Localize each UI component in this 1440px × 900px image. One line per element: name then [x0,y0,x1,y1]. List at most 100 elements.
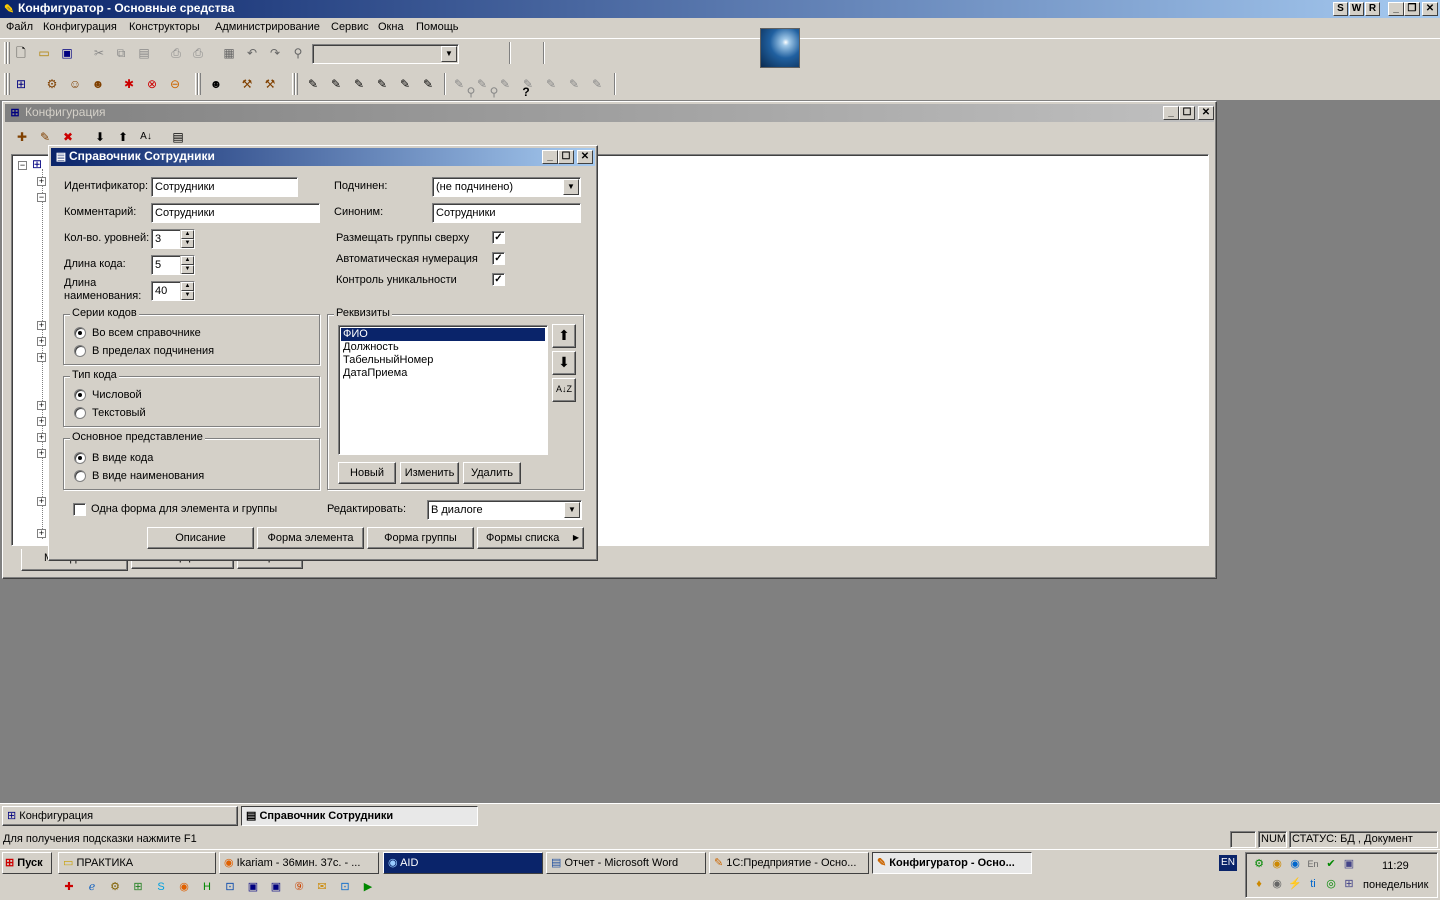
sys-button-w[interactable]: W [1349,2,1364,16]
attr-move-up-button[interactable]: ⬆ [552,324,576,348]
edit-object-icon[interactable]: ✎ [36,128,54,146]
description-button[interactable]: Описание [147,527,254,549]
subordinate-select[interactable]: (не подчинено) ▼ [432,177,581,197]
spin-up-icon[interactable]: ▲ [181,230,194,239]
redo-icon[interactable]: ↷ [266,44,284,62]
move-down-icon[interactable]: ⬇ [91,128,109,146]
tray-icon[interactable]: ◉ [1286,855,1304,873]
wizard-disabled-icon[interactable]: ✎ [496,75,514,93]
tree-collapse-icon[interactable]: − [37,193,46,202]
sys-button-s[interactable]: S [1333,2,1348,16]
new-file-icon[interactable]: 🗋 [12,44,30,62]
toolbar-grip[interactable] [295,73,298,95]
attr-new-button[interactable]: Новый [338,462,396,484]
copy-icon[interactable]: ⧉ [112,44,130,62]
wizard-disabled-icon[interactable]: ✎ [542,75,560,93]
config-close-button[interactable]: ✕ [1198,106,1214,120]
menu-service[interactable]: Сервис [331,21,369,33]
tree-expand-icon[interactable]: + [37,401,46,410]
attributes-list[interactable]: ФИО Должность ТабельныйНомер ДатаПриема [338,325,548,455]
tray-icon[interactable]: ▣ [1340,855,1358,873]
wizard-icon[interactable]: ✎ [419,75,437,93]
code-length-field[interactable]: 5 ▲ ▼ [151,255,195,275]
uniqueness-checkbox[interactable]: ✓ [492,273,505,286]
menu-file[interactable]: Файл [6,21,33,33]
quicklaunch-network-icon[interactable]: ⊞ [129,878,147,896]
wizard-icon[interactable]: ✎ [396,75,414,93]
name-length-spinner[interactable]: ▲ ▼ [180,282,194,300]
repr-code-radio[interactable] [74,452,86,464]
cut-icon[interactable]: ✂ [90,44,108,62]
element-form-button[interactable]: Форма элемента [257,527,364,549]
toolbar-grip[interactable] [7,42,10,64]
user-icon[interactable]: ☻ [207,75,225,93]
list-item[interactable]: ТабельныйНомер [341,354,545,367]
repr-name-label[interactable]: В виде наименования [92,470,204,482]
dialog-minimize-button[interactable]: _ [542,150,558,164]
metadata-tree-icon[interactable]: ⊞ [12,75,30,93]
clock-time[interactable]: 11:29 [1382,860,1409,872]
designer-icon[interactable]: ⚙ [43,75,61,93]
dialog-close-button[interactable]: ✕ [577,150,593,164]
paste-icon[interactable]: ▤ [135,44,153,62]
app-icon[interactable]: ✎ [1,1,17,17]
levels-spinner[interactable]: ▲ ▼ [180,230,194,248]
clock-day[interactable]: понедельник [1363,879,1428,891]
tree-expand-icon[interactable]: + [37,353,46,362]
properties-icon[interactable]: ▦ [220,44,238,62]
tray-icon[interactable]: ti [1304,875,1322,893]
move-up-icon[interactable]: ⬆ [114,128,132,146]
code-series-subordinate-label[interactable]: В пределах подчинения [92,345,214,357]
spin-up-icon[interactable]: ▲ [181,256,194,265]
tray-icon[interactable]: ⚡ [1286,875,1304,893]
attr-edit-button[interactable]: Изменить [400,462,459,484]
code-type-text-radio[interactable] [74,407,86,419]
comment-field[interactable]: Сотрудники [151,203,320,223]
quicklaunch-app-icon[interactable]: ⊡ [336,878,354,896]
config-maximize-button[interactable]: ☐ [1179,106,1195,120]
print-icon[interactable]: ⎙ [167,44,185,62]
taskbar-item-word[interactable]: ▤ Отчет - Microsoft Word [546,852,706,874]
tray-icon[interactable]: ♦ [1250,875,1268,893]
tray-icon[interactable]: ✔ [1322,855,1340,873]
attr-delete-button[interactable]: Удалить [463,462,521,484]
chevron-down-icon[interactable]: ▼ [564,502,580,518]
attr-sort-button[interactable]: A↓Z [552,378,576,402]
record-icon[interactable]: ⊖ [166,75,184,93]
tree-expand-icon[interactable]: + [37,529,46,538]
users-icon[interactable]: ☺ [66,75,84,93]
tray-icon[interactable]: ◉ [1268,855,1286,873]
menu-administration[interactable]: Администрирование [215,21,320,33]
tray-icon[interactable]: En [1304,855,1322,873]
wizard-icon[interactable]: ✎ [350,75,368,93]
edit-mode-select[interactable]: В диалоге ▼ [427,500,582,520]
toolbar-grip[interactable] [7,73,10,95]
taskbar-item-ikariam[interactable]: ◉ Ikariam - 36мин. 37с. - ... [219,852,379,874]
code-series-whole-radio[interactable] [74,327,86,339]
tree-expand-icon[interactable]: + [37,321,46,330]
wizard-icon[interactable]: ✎ [373,75,391,93]
list-item[interactable]: ДатаПриема [341,367,545,380]
quicklaunch-firefox-icon[interactable]: ◉ [175,878,193,896]
quicklaunch-tool-icon[interactable]: ⚙ [106,878,124,896]
close-button[interactable]: ✕ [1422,2,1438,16]
spin-down-icon[interactable]: ▼ [181,239,194,248]
spin-down-icon[interactable]: ▼ [181,291,194,300]
search-combo[interactable]: ▼ [312,44,459,64]
auto-numbering-checkbox[interactable]: ✓ [492,252,505,265]
tree-expand-icon[interactable]: + [37,417,46,426]
taskbar-item-1c-enterprise[interactable]: ✎ 1С:Предприятие - Осно... [709,852,869,874]
chevron-down-icon[interactable]: ▼ [441,46,457,62]
stop-icon[interactable]: ⊗ [143,75,161,93]
sort-icon[interactable]: A↓ [137,128,155,146]
quicklaunch-skype-icon[interactable]: S [152,878,170,896]
code-series-subordinate-radio[interactable] [74,345,86,357]
wizard-disabled-icon[interactable]: ✎ [519,75,537,93]
taskbar-item-aid[interactable]: ◉ AID [383,852,543,874]
groups-top-checkbox[interactable]: ✓ [492,231,505,244]
tree-expand-icon[interactable]: + [37,497,46,506]
synonym-field[interactable]: Сотрудники [432,203,581,223]
toolbar-grip[interactable] [198,73,201,95]
mdi-tab-configuration[interactable]: ⊞ Конфигурация [2,806,238,826]
menu-windows[interactable]: Окна [378,21,404,33]
